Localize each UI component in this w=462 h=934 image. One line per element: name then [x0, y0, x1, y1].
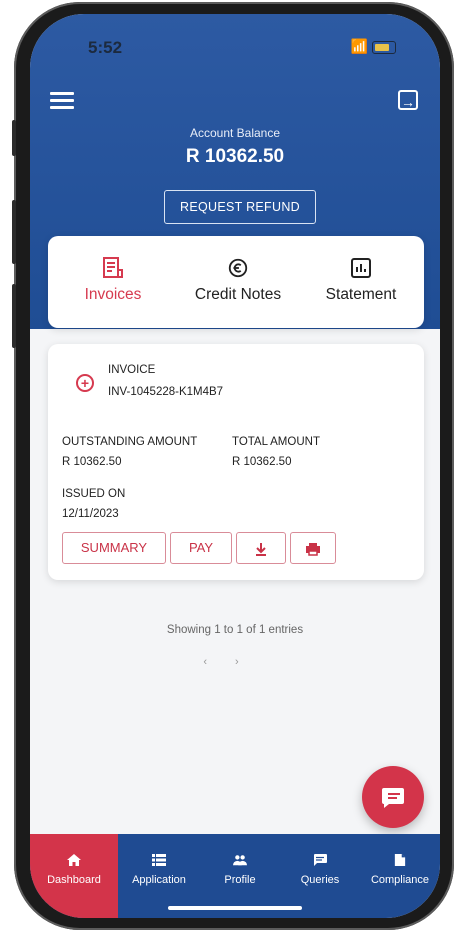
balance-value: R 10362.50: [185, 146, 285, 167]
status-time: 5:52: [88, 38, 123, 57]
volume-down-button: [12, 284, 16, 348]
expand-plus-icon[interactable]: +: [76, 374, 94, 392]
nav-profile-label: Profile: [224, 874, 256, 886]
total-amount-label: TOTAL AMOUNT: [232, 436, 320, 448]
bottom-navigation: Dashboard Application Profile Queries Co…: [30, 834, 440, 918]
volume-up-button: [12, 200, 16, 264]
mute-switch: [12, 120, 16, 156]
print-button[interactable]: [290, 532, 336, 564]
summary-button[interactable]: SUMMARY: [62, 532, 166, 564]
document-icon: [394, 854, 406, 866]
status-icons: 📶: [351, 38, 396, 55]
tab-invoices-label: Invoices: [84, 286, 142, 303]
people-icon: [233, 855, 247, 866]
outstanding-amount-label: OUTSTANDING AMOUNT: [62, 436, 198, 448]
invoice-number: INV-1045228-K1M4B7: [108, 386, 224, 398]
battery-icon: [372, 40, 396, 54]
next-page-button[interactable]: ›: [235, 656, 267, 668]
nav-application-label: Application: [132, 874, 186, 886]
tab-credit-notes-label: Credit Notes: [194, 286, 282, 303]
tab-statement-label: Statement: [325, 286, 397, 303]
home-icon: [67, 854, 81, 866]
nav-queries-label: Queries: [300, 874, 340, 886]
pagination-controls: ‹›: [30, 656, 440, 668]
pagination-info: Showing 1 to 1 of 1 entries: [166, 624, 304, 636]
list-icon: [152, 854, 166, 866]
chat-icon: [382, 788, 404, 808]
print-icon: [306, 542, 320, 556]
outstanding-amount-value: R 10362.50: [62, 456, 122, 468]
request-refund-button[interactable]: REQUEST REFUND: [164, 190, 316, 224]
wifi-icon: 📶: [350, 38, 372, 54]
document-tabs: Invoices Credit Notes Statement: [48, 236, 424, 328]
logout-icon[interactable]: →: [398, 90, 418, 110]
tab-credit-notes[interactable]: Credit Notes: [178, 236, 298, 328]
issued-on-value: 12/11/2023: [62, 508, 119, 520]
balance-label: Account Balance: [189, 126, 281, 140]
issued-on-label: ISSUED ON: [62, 488, 126, 500]
invoice-type-label: INVOICE: [108, 364, 156, 376]
tab-statement[interactable]: Statement: [298, 236, 424, 328]
home-indicator: [168, 906, 302, 910]
nav-dashboard-label: Dashboard: [47, 874, 101, 886]
nav-dashboard[interactable]: Dashboard: [30, 834, 118, 918]
invoice-icon: [103, 257, 123, 278]
message-icon: [314, 854, 327, 866]
tab-invoices[interactable]: Invoices: [48, 236, 178, 328]
nav-compliance-label: Compliance: [370, 874, 430, 886]
download-button[interactable]: [236, 532, 286, 564]
credit-notes-icon: [228, 258, 248, 278]
chat-fab-button[interactable]: [362, 766, 424, 828]
invoice-card: + INVOICE INV-1045228-K1M4B7 OUTSTANDING…: [48, 344, 424, 580]
total-amount-value: R 10362.50: [232, 456, 292, 468]
statement-icon: [351, 258, 371, 278]
prev-page-button[interactable]: ‹: [203, 656, 235, 668]
hamburger-menu-icon[interactable]: [50, 92, 74, 112]
nav-compliance[interactable]: Compliance: [360, 834, 440, 918]
status-bar: 5:52 📶: [30, 14, 440, 74]
download-icon: [256, 542, 266, 556]
pay-button[interactable]: PAY: [170, 532, 232, 564]
app-screen: 5:52 📶 → Account Balance R 10362.50 REQU…: [30, 14, 440, 918]
